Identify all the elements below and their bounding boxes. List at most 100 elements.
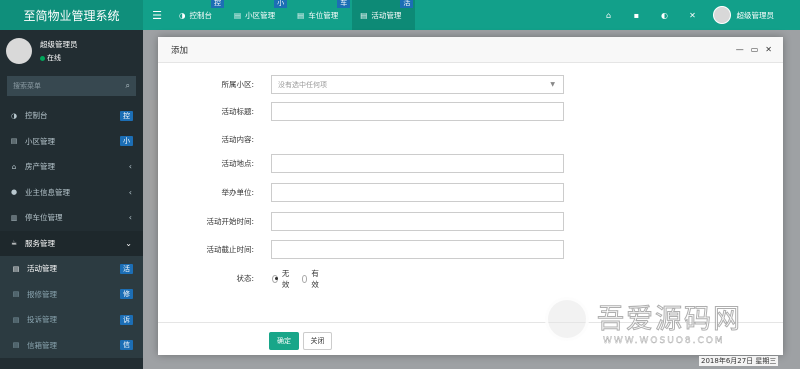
online-dot-icon: [40, 55, 45, 61]
minimize-icon[interactable]: —: [736, 45, 744, 54]
watermark-url: WWW.WOSUO8.COM: [603, 336, 725, 346]
sidebar-item-label: 停车位管理: [25, 213, 63, 223]
home-icon[interactable]: ⌂: [595, 0, 623, 30]
sidebar-item-label: 业主信息管理: [25, 187, 70, 197]
list-icon: ▤: [12, 290, 20, 299]
sidebar-badge: 控: [120, 110, 133, 121]
community-select-value: 没有选中任何项: [278, 80, 327, 89]
form-row-community: 所属小区: 没有选中任何项 ▼: [158, 75, 564, 94]
form-row-content: 活动内容:: [158, 130, 254, 149]
sidebar-item-dashboard[interactable]: ◑ 控制台 控: [0, 103, 143, 129]
status-radio-valid[interactable]: [301, 274, 308, 283]
sidebar-badge: 修: [120, 289, 133, 300]
community-select[interactable]: 没有选中任何项 ▼: [271, 75, 564, 94]
dialog-title: 添加: [171, 45, 189, 56]
status-badge: 在线: [40, 53, 78, 63]
title-label: 活动标题:: [221, 107, 254, 116]
watermark: 吾爱源码网 WWW.WOSUO8.COM: [537, 293, 800, 353]
theme-icon[interactable]: ◐: [651, 0, 679, 30]
sidebar-user-name: 超级管理员: [40, 40, 78, 49]
sidebar-search: ⌕: [7, 76, 136, 96]
search-icon[interactable]: ⌕: [126, 81, 130, 91]
sidebar-item-activity[interactable]: ▤ 活动管理 活: [0, 256, 143, 282]
tab-parking[interactable]: ▤ 车位管理 车: [289, 0, 352, 30]
form-row-title: 活动标题:: [158, 102, 564, 121]
avatar: [712, 6, 731, 24]
sidebar-badge: 活: [120, 263, 133, 274]
community-label: 所属小区:: [221, 80, 254, 89]
chevron-down-icon: ⌄: [125, 238, 132, 248]
status-option-label: 有效: [311, 268, 319, 289]
user-menu[interactable]: 超级管理员: [707, 6, 800, 24]
sidebar-item-parking[interactable]: ▥ 停车位管理 ‹: [0, 205, 143, 231]
organizer-label: 举办单位:: [221, 188, 254, 197]
dialog-header: 添加 — ▭ ✕: [158, 37, 783, 63]
sidebar-item-label: 活动管理: [27, 264, 57, 274]
status-label: 状态:: [236, 274, 254, 283]
app-title[interactable]: 至简物业管理系统: [0, 0, 143, 30]
top-navbar: 至简物业管理系统 ☰ ◑ 控制台 控 ▤ 小区管理 小 ▤ 车位管理 车 ▤ 活…: [0, 0, 800, 30]
sidebar-item-property[interactable]: ⌂ 房产管理 ‹: [0, 154, 143, 180]
sidebar: 超级管理员 在线 ⌕ ◑ 控制台 控 ▤ 小区管理 小 ⌂ 房产管理 ‹ ● 业…: [0, 30, 143, 369]
sidebar-item-owner[interactable]: ● 业主信息管理 ‹: [0, 180, 143, 206]
tab-tag: 车: [337, 0, 351, 8]
maximize-icon[interactable]: ▭: [751, 45, 759, 54]
parking-icon: ▥: [10, 213, 18, 222]
organizer-input[interactable]: [271, 183, 564, 202]
tab-label: 车位管理: [308, 10, 339, 20]
tab-dashboard[interactable]: ◑ 控制台 控: [171, 0, 226, 30]
sidebar-item-label: 小区管理: [25, 136, 55, 146]
sidebar-item-complaint[interactable]: ▤ 投诉管理 诉: [0, 307, 143, 333]
close-icon[interactable]: ✕: [765, 45, 772, 54]
form-row-organizer: 举办单位:: [158, 183, 564, 202]
sidebar-badge: 信: [120, 340, 133, 351]
sidebar-item-label: 投诉管理: [27, 315, 57, 325]
dashboard-icon: ◑: [179, 10, 186, 20]
close-button[interactable]: 关闭: [303, 332, 332, 350]
form-row-status: 状态: 无效 有效: [158, 269, 318, 289]
confirm-button[interactable]: 确定: [269, 332, 299, 350]
dashboard-icon: ◑: [10, 111, 18, 120]
sidebar-item-label: 信箱管理: [27, 340, 57, 350]
list-icon: ▤: [10, 137, 18, 146]
user-icon: ●: [10, 188, 18, 197]
sidebar-menu: ◑ 控制台 控 ▤ 小区管理 小 ⌂ 房产管理 ‹ ● 业主信息管理 ‹ ▥ 停…: [0, 103, 143, 358]
watermark-logo-icon: [545, 297, 589, 341]
tab-tag: 控: [211, 0, 225, 8]
status-radio-invalid[interactable]: [272, 274, 278, 283]
dialog-controls: — ▭ ✕: [736, 45, 783, 54]
list-icon: ▤: [12, 264, 20, 273]
sidebar-item-mailbox[interactable]: ▤ 信箱管理 信: [0, 332, 143, 358]
sidebar-item-service[interactable]: ☕ 服务管理 ⌄: [0, 230, 143, 256]
start-time-input[interactable]: [271, 212, 564, 231]
sidebar-badge: 小: [120, 136, 133, 147]
content-label: 活动内容:: [221, 135, 254, 144]
tab-tag: 活: [400, 0, 414, 8]
trash-icon[interactable]: ▪: [623, 0, 651, 30]
form-row-start: 活动开始时间:: [158, 212, 564, 231]
sidebar-badge: 诉: [120, 314, 133, 325]
user-name: 超级管理员: [736, 10, 775, 20]
sidebar-item-community[interactable]: ▤ 小区管理 小: [0, 129, 143, 155]
top-right-tools: ⌂ ▪ ◐ ✕ 超级管理员: [595, 0, 800, 30]
end-time-input[interactable]: [271, 240, 564, 259]
chevron-left-icon: ‹: [128, 162, 132, 172]
place-input[interactable]: [271, 154, 564, 173]
list-icon: ▤: [12, 341, 20, 350]
title-input[interactable]: [271, 102, 564, 121]
sidebar-item-repair[interactable]: ▤ 报修管理 修: [0, 281, 143, 307]
tab-activity[interactable]: ▤ 活动管理 活: [352, 0, 416, 30]
menu-toggle-icon[interactable]: ☰: [143, 0, 171, 30]
home-icon: ⌂: [11, 162, 17, 171]
form-row-place: 活动地点:: [158, 154, 564, 173]
status-text: 在线: [47, 54, 61, 62]
fullscreen-icon[interactable]: ✕: [679, 0, 707, 30]
tab-community[interactable]: ▤ 小区管理 小: [226, 0, 289, 30]
tab-label: 活动管理: [371, 10, 402, 20]
search-input[interactable]: [13, 82, 113, 90]
avatar: [6, 38, 32, 64]
list-icon: ▤: [360, 10, 368, 20]
form-row-end: 活动截止时间:: [158, 240, 564, 259]
chevron-left-icon: ‹: [128, 213, 132, 223]
end-time-label: 活动截止时间:: [206, 245, 254, 254]
